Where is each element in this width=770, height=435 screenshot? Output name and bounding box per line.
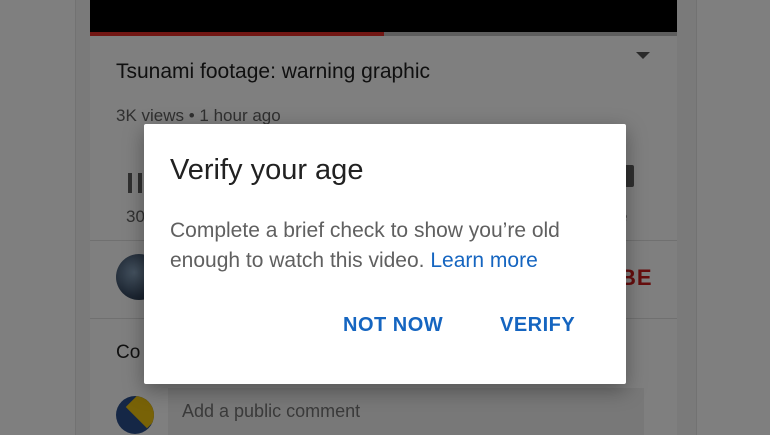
dialog-body: Complete a brief check to show you’re ol… [170, 216, 610, 276]
learn-more-link[interactable]: Learn more [430, 249, 537, 272]
not-now-button[interactable]: NOT NOW [343, 314, 443, 337]
age-verification-dialog: Verify your age Complete a brief check t… [144, 124, 626, 384]
verify-button[interactable]: VERIFY [500, 314, 575, 337]
dialog-title: Verify your age [170, 154, 364, 186]
